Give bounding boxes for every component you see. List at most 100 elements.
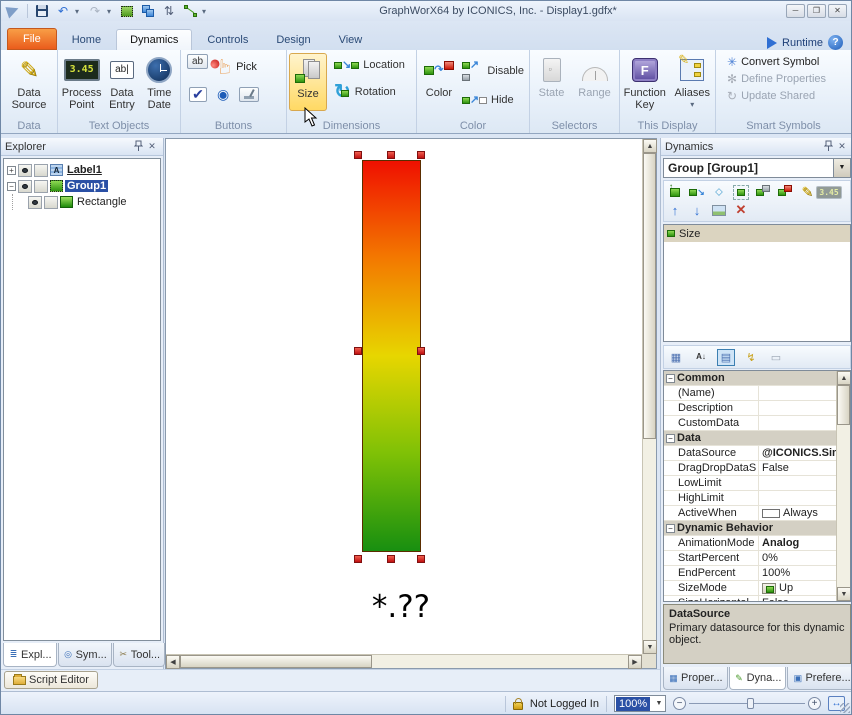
property-row[interactable]: HighLimit bbox=[664, 491, 836, 506]
collapse-icon[interactable]: − bbox=[7, 182, 16, 191]
property-value[interactable]: False bbox=[759, 461, 836, 475]
property-row[interactable]: (Name) bbox=[664, 386, 836, 401]
property-row[interactable]: StartPercent0% bbox=[664, 551, 836, 566]
data-source-button[interactable]: ✎ Data Source bbox=[3, 53, 55, 111]
property-grid-scrollbar[interactable]: ▲ ▼ bbox=[836, 371, 850, 601]
property-row[interactable]: Description bbox=[664, 401, 836, 416]
tab-dynamics-panel[interactable]: ✎ Dyna... bbox=[729, 667, 787, 690]
lock-toggle[interactable] bbox=[34, 164, 48, 177]
save-button[interactable] bbox=[33, 3, 51, 19]
customize-toolbar-icon[interactable]: ▾ bbox=[202, 7, 210, 16]
move-down-icon[interactable]: ↓ bbox=[689, 203, 705, 218]
property-value[interactable]: 0% bbox=[759, 551, 836, 565]
tab-design[interactable]: Design bbox=[263, 30, 323, 50]
tab-symbols[interactable]: ◎ Sym... bbox=[58, 643, 112, 667]
combo-dropdown-icon[interactable]: ▼ bbox=[833, 159, 850, 177]
scroll-thumb[interactable] bbox=[180, 655, 372, 668]
rotation-dynamic-button[interactable]: ↻ Rotation bbox=[331, 80, 408, 104]
panel-close-icon[interactable]: ✕ bbox=[145, 140, 159, 153]
design-canvas[interactable]: *.?? ▲ ▼ ◀ ▶ bbox=[165, 138, 657, 669]
tab-properties[interactable]: ▦ Proper... bbox=[663, 667, 728, 690]
zoom-dropdown-icon[interactable]: ▼ bbox=[653, 700, 665, 707]
property-row[interactable]: SizeHorizontalFalse bbox=[664, 596, 836, 601]
categorized-view-icon[interactable]: ▦ bbox=[667, 349, 685, 366]
scroll-down-icon[interactable]: ▼ bbox=[643, 640, 657, 654]
selection-handle[interactable] bbox=[417, 555, 425, 563]
lock-toggle[interactable] bbox=[44, 196, 58, 209]
define-properties-button[interactable]: ✻ Define Properties bbox=[724, 70, 849, 87]
property-row[interactable]: CustomData bbox=[664, 416, 836, 431]
property-row[interactable]: LowLimit bbox=[664, 476, 836, 491]
property-row[interactable]: ActiveWhenAlways bbox=[664, 506, 836, 521]
property-category[interactable]: −Dynamic Behavior bbox=[664, 521, 836, 536]
close-button[interactable]: ✕ bbox=[828, 4, 847, 18]
copy-icon[interactable] bbox=[139, 3, 157, 19]
property-category[interactable]: −Common bbox=[664, 371, 836, 386]
scroll-left-icon[interactable]: ◀ bbox=[166, 655, 180, 669]
scroll-thumb[interactable] bbox=[837, 385, 850, 425]
add-size-dynamic-icon[interactable]: ↑ bbox=[667, 185, 683, 200]
delete-dynamic-icon[interactable]: ✕ bbox=[733, 203, 749, 218]
zoom-out-icon[interactable]: − bbox=[673, 697, 686, 710]
tab-dynamics[interactable]: Dynamics bbox=[116, 29, 192, 50]
range-selector-button[interactable]: Range bbox=[575, 53, 615, 117]
visibility-toggle[interactable] bbox=[18, 180, 32, 193]
redo-button[interactable]: ↷ bbox=[86, 3, 104, 19]
switch-object-icon[interactable] bbox=[239, 87, 259, 102]
add-hide-dynamic-icon[interactable] bbox=[777, 185, 793, 200]
add-rotation-dynamic-icon[interactable]: ⬦ bbox=[711, 185, 727, 200]
login-status[interactable]: Not Logged In bbox=[530, 698, 599, 710]
image-icon[interactable] bbox=[711, 203, 727, 218]
dynamics-list-item-size[interactable]: Size bbox=[664, 225, 850, 242]
property-list-view-icon[interactable]: ▤ bbox=[717, 349, 735, 366]
scroll-thumb[interactable] bbox=[643, 153, 656, 439]
tab-explorer[interactable]: ≣ Expl... bbox=[3, 643, 57, 667]
canvas-horizontal-scrollbar[interactable]: ◀ ▶ bbox=[166, 654, 642, 668]
lock-toggle[interactable] bbox=[34, 180, 48, 193]
size-dynamic-button[interactable]: Size bbox=[289, 53, 327, 111]
collapse-icon[interactable]: − bbox=[666, 374, 675, 383]
pin-icon[interactable] bbox=[821, 140, 835, 153]
undo-button[interactable]: ↶ bbox=[54, 3, 72, 19]
connector-icon[interactable] bbox=[181, 3, 199, 19]
checkbox-object-icon[interactable]: ✔ bbox=[189, 87, 207, 102]
zoom-slider-thumb[interactable] bbox=[747, 698, 754, 709]
tab-home[interactable]: Home bbox=[59, 30, 114, 50]
tab-preferences[interactable]: ▣ Prefere... bbox=[787, 667, 852, 690]
pin-icon[interactable] bbox=[131, 140, 145, 153]
process-point-text[interactable]: *.?? bbox=[346, 589, 456, 625]
selection-handle[interactable] bbox=[387, 555, 395, 563]
tree-item-label1[interactable]: + A Label1 bbox=[5, 162, 159, 178]
convert-symbol-button[interactable]: ✳ Convert Symbol bbox=[724, 53, 849, 70]
add-disable-dynamic-icon[interactable] bbox=[755, 185, 771, 200]
expand-icon[interactable]: + bbox=[7, 166, 16, 175]
selection-handle[interactable] bbox=[354, 347, 362, 355]
resize-grip[interactable] bbox=[840, 703, 850, 713]
tree-item-rectangle[interactable]: Rectangle bbox=[5, 194, 159, 210]
state-selector-button[interactable]: State bbox=[535, 53, 569, 117]
property-category[interactable]: −Data bbox=[664, 431, 836, 446]
add-process-point-icon[interactable]: 3.45 bbox=[821, 185, 837, 200]
runtime-button[interactable]: Runtime ? bbox=[767, 35, 851, 50]
function-key-button[interactable]: F Function Key bbox=[622, 53, 667, 117]
add-location-dynamic-icon[interactable]: ↘ bbox=[689, 185, 705, 200]
button-object-icon[interactable]: ab bbox=[187, 54, 208, 69]
scroll-up-icon[interactable]: ▲ bbox=[643, 139, 657, 153]
disable-dynamic-button[interactable]: ↗ Disable bbox=[459, 57, 527, 84]
selection-handle[interactable] bbox=[417, 151, 425, 159]
property-value[interactable]: @ICONICS.Sim bbox=[759, 446, 836, 460]
tab-script-editor[interactable]: Script Editor bbox=[4, 671, 98, 689]
hide-dynamic-button[interactable]: ↗ Hide bbox=[459, 92, 527, 107]
selection-handle[interactable] bbox=[354, 151, 362, 159]
canvas-vertical-scrollbar[interactable]: ▲ ▼ bbox=[642, 139, 656, 654]
property-pages-icon[interactable]: ▭ bbox=[767, 349, 785, 366]
tab-toolbox[interactable]: ✂ Tool... bbox=[113, 643, 165, 667]
update-shared-button[interactable]: ↻ Update Shared bbox=[724, 87, 849, 104]
target-object-combo[interactable]: Group [Group1] ▼ bbox=[663, 158, 851, 178]
tab-controls[interactable]: Controls bbox=[194, 30, 261, 50]
alphabetical-sort-icon[interactable]: A↓ bbox=[692, 349, 710, 366]
visibility-toggle[interactable] bbox=[18, 164, 32, 177]
radio-object-icon[interactable]: ◉ bbox=[217, 86, 229, 103]
property-row[interactable]: SizeModeUp bbox=[664, 581, 836, 596]
selection-handle[interactable] bbox=[354, 555, 362, 563]
